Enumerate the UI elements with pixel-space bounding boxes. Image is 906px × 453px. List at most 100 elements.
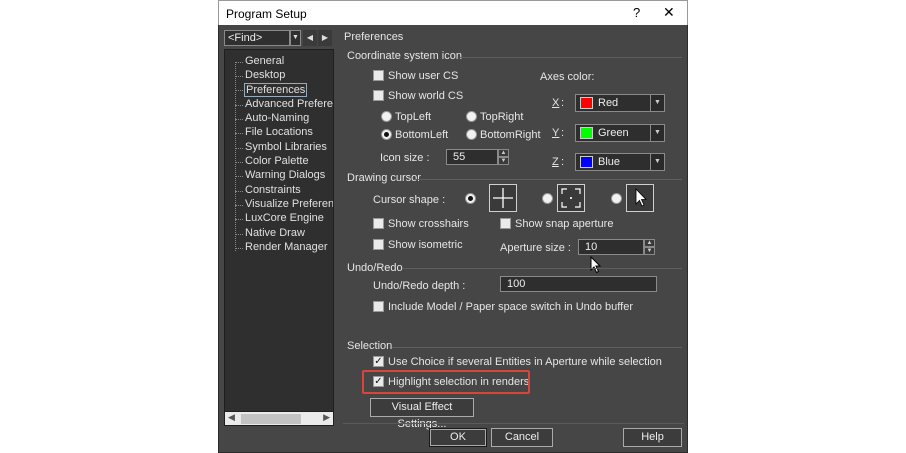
tree-item-visualize-preferences[interactable]: Visualize Preferences [245, 198, 333, 210]
color-swatch [580, 97, 593, 109]
tree-item-render-manager[interactable]: Render Manager [245, 241, 328, 253]
group-divider [402, 268, 682, 269]
tree-horizontal-scrollbar[interactable]: ◀ ▶ [224, 411, 334, 426]
tree-connector [235, 105, 243, 106]
selection-group-label: Selection [347, 340, 393, 352]
scroll-left-icon[interactable]: ◀ [228, 412, 235, 423]
tree-item-luxcore-engine[interactable]: LuxCore Engine [245, 212, 324, 224]
x-axis-color-name: Red [598, 97, 619, 109]
tree-item-symbol-libraries[interactable]: Symbol Libraries [245, 141, 327, 153]
topleft-radio[interactable] [381, 111, 392, 122]
show-world-cs-label: Show world CS [388, 90, 464, 102]
scroll-right-icon[interactable]: ▶ [323, 412, 330, 423]
show-world-cs-checkbox[interactable] [373, 90, 384, 101]
tree-item-auto-naming[interactable]: Auto-Naming [245, 112, 309, 124]
find-combobox[interactable]: <Find> [224, 30, 290, 46]
cancel-button[interactable]: Cancel [491, 428, 553, 447]
show-snap-aperture-label: Show snap aperture [515, 218, 614, 230]
tree-connector [235, 133, 243, 134]
topright-label: TopRight [480, 111, 524, 123]
topleft-label: TopLeft [395, 111, 432, 123]
show-isometric-checkbox[interactable] [373, 239, 384, 250]
settings-tree: General Desktop Preferences Advanced Pre… [224, 49, 334, 426]
tree-item-general[interactable]: General [245, 55, 284, 67]
coord-icon-group-label: Coordinate system icon [347, 50, 462, 62]
x-axis-separator: : [561, 97, 565, 109]
tree-connector [235, 119, 243, 120]
cursor-crosshair-radio[interactable] [465, 193, 476, 204]
show-isometric-label: Show isometric [388, 239, 463, 251]
axes-color-label: Axes color: [540, 71, 595, 83]
icon-size-up-icon[interactable]: ▲ [498, 149, 509, 157]
include-switch-checkbox[interactable] [373, 301, 384, 312]
tree-item-native-draw[interactable]: Native Draw [245, 227, 305, 239]
aperture-size-up-icon[interactable]: ▲ [644, 239, 655, 247]
cursor-brackets-radio[interactable] [542, 193, 553, 204]
tree-item-color-palette[interactable]: Color Palette [245, 155, 309, 167]
close-icon[interactable]: ✕ [663, 4, 675, 21]
topright-radio[interactable] [466, 111, 477, 122]
visual-effect-settings-button[interactable]: Visual Effect Settings... [370, 398, 474, 430]
scrollbar-thumb[interactable] [241, 414, 301, 424]
tree-item-preferences[interactable]: Preferences [244, 83, 308, 97]
undo-depth-input[interactable]: 100 [500, 276, 657, 292]
bottomleft-label: BottomLeft [395, 129, 449, 141]
help-button[interactable]: Help [623, 428, 682, 447]
aperture-size-down-icon[interactable]: ▼ [644, 247, 655, 255]
forward-arrow-icon[interactable]: ▶ [318, 30, 332, 46]
chevron-down-icon[interactable]: ▼ [650, 154, 664, 170]
z-axis-label: Z [552, 156, 559, 168]
show-user-cs-checkbox[interactable] [373, 70, 384, 81]
arrow-pointer-icon[interactable] [626, 184, 654, 212]
undo-depth-label: Undo/Redo depth : [373, 280, 466, 292]
tree-item-file-locations[interactable]: File Locations [245, 126, 313, 138]
z-axis-color-select[interactable]: Blue ▼ [575, 153, 665, 171]
z-axis-separator: : [561, 156, 565, 168]
bottomright-label: BottomRight [480, 129, 541, 141]
page-title: Preferences [344, 31, 404, 43]
color-swatch [580, 127, 593, 139]
bottomleft-radio[interactable] [381, 129, 392, 140]
drawing-cursor-group-label: Drawing cursor [347, 172, 421, 184]
show-crosshairs-checkbox[interactable] [373, 218, 384, 229]
icon-size-input[interactable]: 55 [446, 149, 498, 165]
chevron-down-icon[interactable]: ▼ [650, 95, 664, 111]
color-swatch [580, 156, 593, 168]
group-divider [392, 347, 682, 348]
chevron-down-icon[interactable]: ▼ [650, 125, 664, 141]
find-dropdown-icon[interactable]: ▼ [290, 30, 301, 46]
tree-item-warning-dialogs[interactable]: Warning Dialogs [245, 169, 325, 181]
bottomright-radio[interactable] [466, 129, 477, 140]
help-icon[interactable]: ? [633, 5, 640, 20]
corner-brackets-icon[interactable] [557, 184, 585, 212]
tree-connector [235, 191, 243, 192]
title-bar: Program Setup ? ✕ [218, 0, 688, 25]
use-choice-checkbox[interactable]: ✓ [373, 356, 384, 367]
tree-connector [235, 62, 243, 63]
footer-divider [343, 423, 684, 424]
ok-button[interactable]: OK [429, 428, 487, 447]
cursor-arrow-radio[interactable] [611, 193, 622, 204]
y-axis-color-name: Green [598, 127, 629, 139]
tree-connector [235, 176, 243, 177]
icon-size-down-icon[interactable]: ▼ [498, 157, 509, 165]
back-arrow-icon[interactable]: ◀ [303, 30, 317, 46]
tree-connector [235, 76, 243, 77]
use-choice-label: Use Choice if several Entities in Apertu… [388, 356, 662, 368]
mouse-pointer-icon [590, 256, 602, 274]
z-axis-color-name: Blue [598, 156, 621, 168]
tree-item-desktop[interactable]: Desktop [245, 69, 285, 81]
y-axis-separator: : [561, 127, 565, 139]
crosshair-icon[interactable] [489, 184, 517, 212]
aperture-size-label: Aperture size : [500, 242, 571, 254]
y-axis-color-select[interactable]: Green ▼ [575, 124, 665, 142]
include-switch-label: Include Model / Paper space switch in Un… [388, 301, 633, 313]
show-user-cs-label: Show user CS [388, 70, 459, 82]
tree-item-constraints[interactable]: Constraints [245, 184, 301, 196]
tree-connector [235, 248, 243, 249]
tree-connector [235, 205, 243, 206]
show-snap-aperture-checkbox[interactable] [500, 218, 511, 229]
tree-item-advanced-preferences[interactable]: Advanced Preferences [245, 98, 333, 110]
aperture-size-input[interactable]: 10 [578, 239, 644, 255]
x-axis-color-select[interactable]: Red ▼ [575, 94, 665, 112]
